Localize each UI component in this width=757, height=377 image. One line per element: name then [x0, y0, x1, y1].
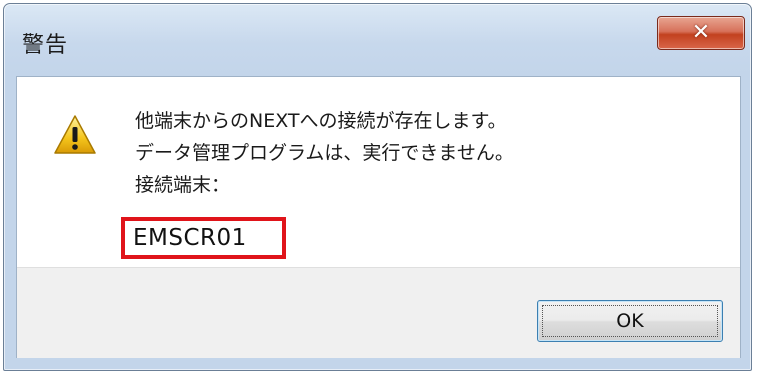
dialog-title: 警告: [22, 33, 69, 58]
message-text: 他端末からのNEXTへの接続が存在します。 データ管理プログラムは、実行できませ…: [135, 105, 695, 201]
button-bar: OK: [17, 267, 740, 358]
dialog-content: 他端末からのNEXTへの接続が存在します。 データ管理プログラムは、実行できませ…: [16, 76, 741, 358]
close-button[interactable]: ✕: [657, 16, 745, 50]
message-line-2: データ管理プログラムは、実行できません。: [135, 142, 514, 164]
message-line-1: 他端末からのNEXTへの接続が存在します。: [135, 110, 507, 132]
message-line-3: 接続端末：: [135, 174, 231, 196]
message-area: 他端末からのNEXTへの接続が存在します。 データ管理プログラムは、実行できませ…: [17, 77, 740, 267]
title-bar[interactable]: 警告 ✕: [4, 4, 751, 76]
warning-dialog: 警告 ✕ 他端末からのNEXTへの接続が存在します。 データ管理プログラムは、実…: [3, 3, 752, 371]
close-icon: ✕: [691, 20, 711, 45]
ok-button[interactable]: OK: [537, 300, 723, 342]
warning-icon: [54, 115, 96, 154]
ok-button-label: OK: [616, 310, 644, 332]
connected-terminal-name: EMSCR01: [121, 217, 286, 259]
